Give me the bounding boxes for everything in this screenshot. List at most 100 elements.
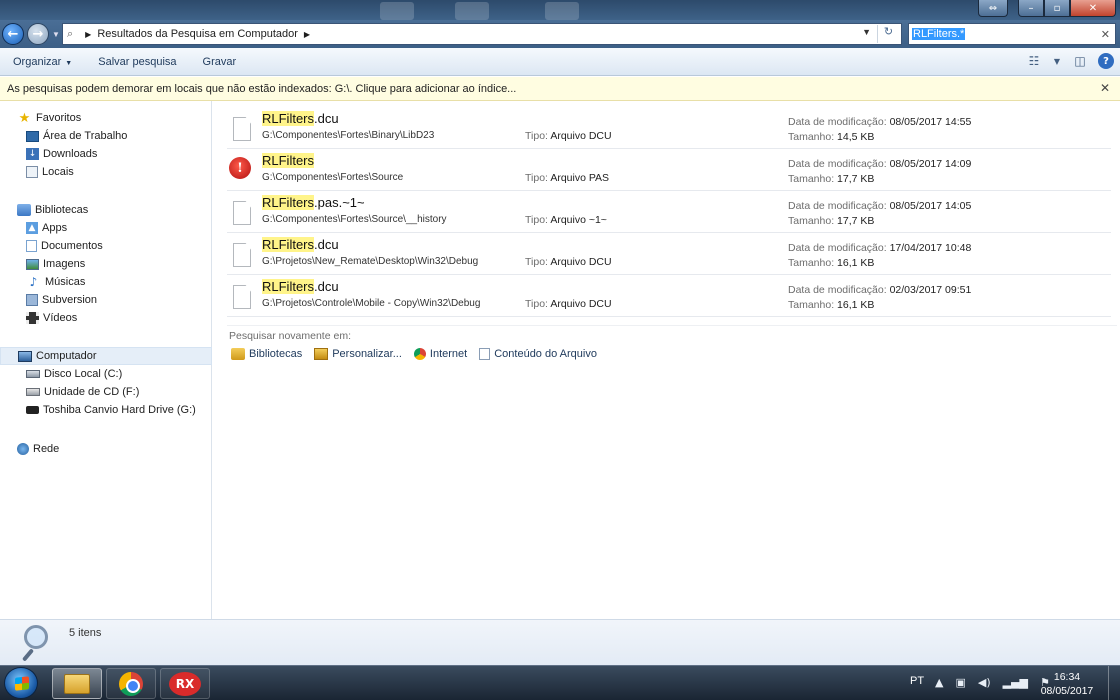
maximize-button[interactable]: ▫ [1044,0,1070,17]
restore-icon[interactable]: ⇔ [978,0,1008,17]
sidebar-item-desktop[interactable]: Área de Trabalho [0,127,212,145]
sidebar-item-subversion[interactable]: Subversion [0,291,212,309]
help-icon[interactable]: ? [1098,53,1114,69]
chevron-right-icon[interactable]: ▶ [85,30,91,39]
burn-button[interactable]: Gravar [190,56,250,68]
show-desktop-button[interactable] [1108,666,1120,700]
modified-date: Data de modificação: 02/03/2017 09:51 [788,284,971,296]
apps-icon: ▲ [26,222,38,234]
volume-icon[interactable]: ◀) [978,676,991,689]
window-controls: ⇔ – ▫ ✕ [978,0,1116,17]
file-extension: .pas.~1~ [314,195,365,210]
type-label: Tipo: [525,172,548,184]
type-label: Tipo: [525,298,548,310]
sidebar-item-label: Documentos [41,240,103,252]
sidebar-item-label: Apps [42,222,68,234]
file-name: RLFilters.dcu [262,111,339,126]
list-item[interactable]: ! RLFilters G:\Componentes\Fortes\Source… [227,149,1111,191]
details-pane: 5 itens [0,619,1120,665]
sidebar-item-label: Imagens [43,258,86,270]
modified-date: Data de modificação: 08/05/2017 14:55 [788,116,971,128]
modified-date: Data de modificação: 08/05/2017 14:05 [788,200,971,212]
downloads-icon: ↓ [26,148,39,160]
size-value: 16,1 KB [837,299,875,311]
list-item[interactable]: RLFilters.dcu G:\Projetos\New_Remate\Des… [227,233,1111,275]
taskbar-rx-button[interactable]: RX [160,668,210,699]
background-glass-detail [380,2,414,20]
size-value: 14,5 KB [837,131,875,143]
file-type: Tipo: Arquivo DCU [525,298,612,310]
sidebar-item-cd-drive[interactable]: Unidade de CD (F:) [0,383,212,401]
organize-button[interactable]: Organizar ▼ [0,56,85,68]
sidebar-item-local-disk[interactable]: Disco Local (C:) [0,365,212,383]
sidebar-item-favorites[interactable]: ★ Favoritos [0,109,212,127]
list-item[interactable]: RLFilters.dcu G:\Componentes\Fortes\Bina… [227,107,1111,149]
minimize-button[interactable]: – [1018,0,1044,17]
chevron-right-icon[interactable]: ▶ [304,30,310,39]
sidebar-item-libraries[interactable]: Bibliotecas [0,201,212,219]
sidebar-item-documents[interactable]: Documentos [0,237,212,255]
view-dropdown-icon[interactable]: ▼ [1052,52,1062,70]
show-hidden-icons-icon[interactable]: ▲ [935,676,943,689]
file-path: G:\Componentes\Fortes\Binary\LibD23 [262,130,435,141]
type-value: Arquivo DCU [550,298,612,310]
sidebar-item-videos[interactable]: Vídeos [0,309,212,327]
sidebar-item-external-drive[interactable]: Toshiba Canvio Hard Drive (G:) [0,401,212,419]
info-bar-text: As pesquisas podem demorar em locais que… [7,82,517,95]
refresh-icon[interactable]: ↻ [877,25,899,43]
cd-drive-icon [26,388,40,396]
breadcrumb[interactable]: Resultados da Pesquisa em Computador [97,28,298,40]
power-icon[interactable]: ▣ [955,676,965,689]
preview-pane-icon[interactable]: ◫ [1070,52,1090,70]
size-value: 17,7 KB [837,215,875,227]
back-button[interactable]: ← [2,23,24,45]
sidebar-item-label: Bibliotecas [35,204,89,216]
search-internet-link[interactable]: Internet [413,348,467,360]
sidebar-item-network[interactable]: Rede [0,440,212,458]
size-label: Tamanho: [788,299,835,311]
file-extension: .dcu [314,111,339,126]
sidebar-item-apps[interactable]: ▲ Apps [0,219,212,237]
chevron-down-icon: ▼ [65,59,73,67]
sidebar-item-music[interactable]: ♪ Músicas [0,273,212,291]
signal-icon[interactable]: ▂▄▆ [1003,676,1028,689]
address-dropdown-icon[interactable]: ▼ [862,27,871,37]
search-custom-link[interactable]: Personalizar... [314,348,402,360]
sidebar-item-images[interactable]: Imagens [0,255,212,273]
close-icon[interactable]: ✕ [1100,81,1110,95]
sidebar-item-downloads[interactable]: ↓ Downloads [0,145,212,163]
modified-date: Data de modificação: 17/04/2017 10:48 [788,242,971,254]
list-item[interactable]: RLFilters.pas.~1~ G:\Componentes\Fortes\… [227,191,1111,233]
view-options-icon[interactable]: ☷ [1024,52,1044,70]
sidebar-item-places[interactable]: Locais [0,163,212,181]
sidebar-item-label: Computador [36,350,97,362]
taskbar-explorer-button[interactable] [52,668,102,699]
search-libraries-link[interactable]: Bibliotecas [231,348,302,360]
list-item[interactable]: RLFilters.dcu G:\Projetos\Controle\Mobil… [227,275,1111,317]
clear-search-icon[interactable]: ✕ [1101,28,1110,41]
forward-button[interactable]: → [27,23,49,45]
recent-pages-dropdown-icon[interactable]: ▼ [52,30,60,39]
windows-logo-icon [15,676,29,691]
start-button[interactable] [4,667,38,699]
index-info-bar[interactable]: As pesquisas podem demorar em locais que… [0,77,1120,101]
magnifier-handle [21,648,35,662]
language-indicator[interactable]: PT [910,675,924,687]
file-type: Tipo: Arquivo ~1~ [525,214,607,226]
search-box[interactable]: RLFilters.* ✕ [908,23,1116,45]
address-bar[interactable]: ⌕ ▶ Resultados da Pesquisa em Computador… [62,23,902,45]
clock[interactable]: 16:34 08/05/2017 [1032,670,1102,698]
save-search-button[interactable]: Salvar pesquisa [85,56,189,68]
search-match-highlight: RLFilters [262,195,315,210]
taskbar-chrome-button[interactable] [106,668,156,699]
subversion-icon [26,294,38,306]
file-icon [233,117,251,141]
close-button[interactable]: ✕ [1070,0,1116,17]
search-input[interactable]: RLFilters.* [912,28,966,40]
computer-group: Computador Disco Local (C:) Unidade de C… [0,347,212,419]
type-label: Tipo: [525,256,548,268]
file-type: Tipo: Arquivo PAS [525,172,609,184]
search-file-contents-link[interactable]: Conteúdo do Arquivo [479,348,597,360]
file-size: Tamanho: 17,7 KB [788,215,874,227]
sidebar-item-computer[interactable]: Computador [0,347,212,365]
